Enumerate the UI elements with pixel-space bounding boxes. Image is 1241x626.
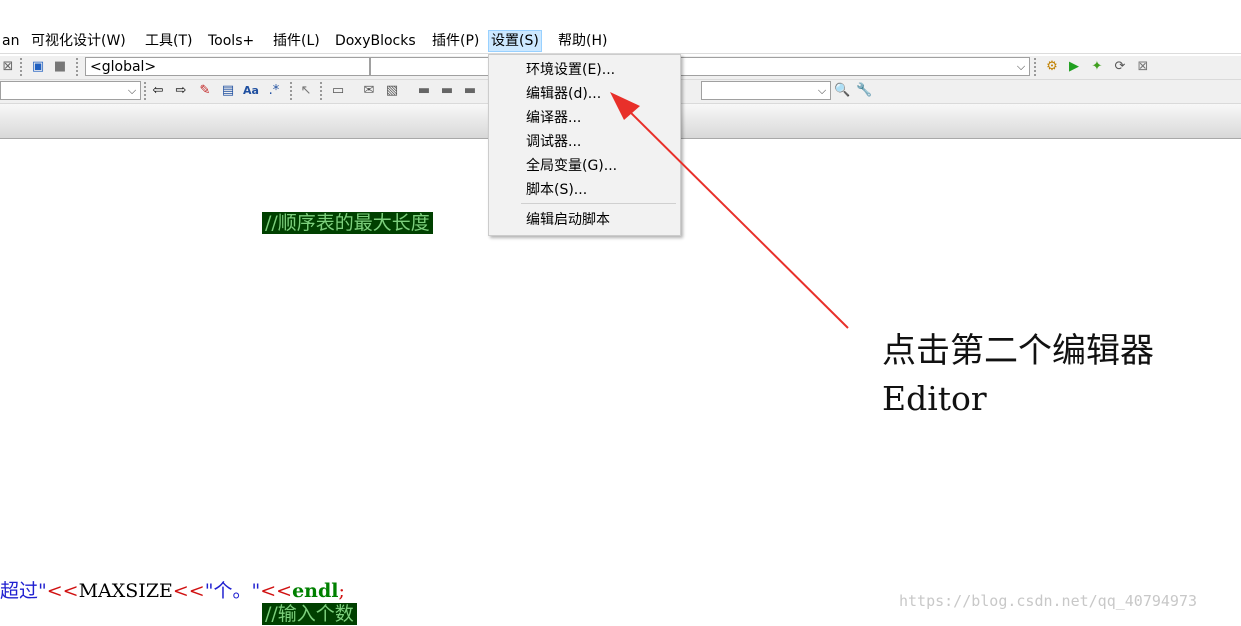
code-comment-input: //输入个数 <box>262 599 357 626</box>
menu-compiler-settings[interactable]: 编译器... <box>489 106 680 130</box>
line-icon[interactable]: ▬ <box>416 83 432 99</box>
code-operator: << <box>46 580 79 602</box>
line3-icon[interactable]: ▬ <box>462 83 478 99</box>
menu-item-plugins-l[interactable]: 插件(L) <box>271 31 322 51</box>
forward-arrow-icon[interactable]: ⇨ <box>173 83 189 99</box>
wrench-icon[interactable]: 🔧 <box>856 83 872 99</box>
match-case-icon[interactable]: Aa <box>243 83 259 99</box>
menu-separator <box>521 203 676 204</box>
menu-item-help[interactable]: 帮助(H) <box>556 31 609 51</box>
build-gear-icon[interactable]: ⚙ <box>1044 59 1060 75</box>
annotation-label: 点击第二个编辑器 <box>882 331 1154 371</box>
menu-edit-startup-script[interactable]: 编辑启动脚本 <box>489 208 680 232</box>
comment-text: //顺序表的最大长度 <box>262 212 433 234</box>
scope-combo[interactable]: <global> <box>85 57 370 76</box>
menu-global-variables[interactable]: 全局变量(G)... <box>489 154 680 178</box>
comment-icon[interactable]: ■ <box>52 59 68 75</box>
highlight-icon[interactable]: ✎ <box>197 83 213 99</box>
toolbar-grip[interactable] <box>144 82 149 100</box>
scope-combo-value: <global> <box>90 59 157 75</box>
menu-item-visual-design[interactable]: 可视化设计(W) <box>29 31 128 51</box>
chevron-down-icon[interactable]: ⌵ <box>124 82 140 99</box>
block-icon[interactable]: ▭ <box>330 83 346 99</box>
code-string: "个。" <box>204 580 261 602</box>
menu-item-tools-plus[interactable]: Tools+ <box>206 31 256 51</box>
menu-environment-settings[interactable]: 环境设置(E)... <box>489 58 680 82</box>
settings-dropdown: 环境设置(E)... 编辑器(d)... 编译器... 调试器... 全局变量(… <box>488 54 681 236</box>
chevron-down-icon[interactable]: ⌵ <box>814 82 830 99</box>
comment-text: //输入个数 <box>262 603 357 625</box>
code-string-start: 超过" <box>0 580 47 602</box>
function-combo[interactable]: ⌵ <box>370 57 1030 76</box>
run-icon[interactable]: ▶ <box>1066 59 1082 75</box>
rebuild-icon[interactable]: ⟳ <box>1112 59 1128 75</box>
pointer-icon[interactable]: ↖ <box>298 83 314 99</box>
toolbar-grip[interactable] <box>1034 58 1039 76</box>
back-arrow-icon[interactable]: ⇦ <box>150 83 166 99</box>
select-icon[interactable]: ▤ <box>220 83 236 99</box>
menu-bar: an 可视化设计(W) 工具(T) Tools+ 插件(L) DoxyBlock… <box>0 28 1241 54</box>
menu-scripts[interactable]: 脚本(S)... <box>489 178 680 202</box>
search-icon[interactable]: 🔍 <box>834 83 850 99</box>
watermark-text: https://blog.csdn.net/qq_40794973 <box>899 592 1198 610</box>
doc-box-icon[interactable]: ▧ <box>384 83 400 99</box>
code-identifier: MAXSIZE <box>78 580 173 602</box>
menu-item-plugins-p[interactable]: 插件(P) <box>430 31 481 51</box>
menu-item-tools[interactable]: 工具(T) <box>143 31 194 51</box>
code-comment-maxsize: //顺序表的最大长度 <box>262 208 433 235</box>
menu-editor-settings[interactable]: 编辑器(d)... <box>489 82 680 106</box>
toolbar-grip[interactable] <box>320 82 325 100</box>
toolbar-grip[interactable] <box>20 58 25 76</box>
close-icon[interactable]: ⊠ <box>0 59 16 75</box>
chevron-down-icon[interactable]: ⌵ <box>1013 58 1029 75</box>
find-combo-left[interactable]: ⌵ <box>0 81 141 100</box>
menu-item-doxyblocks[interactable]: DoxyBlocks <box>333 31 418 51</box>
menu-debugger-settings[interactable]: 调试器... <box>489 130 680 154</box>
doc-icon[interactable]: ▣ <box>30 59 46 75</box>
regex-icon[interactable]: .* <box>266 83 282 99</box>
code-operator: << <box>172 580 205 602</box>
annotation-sublabel: Editor <box>882 379 987 418</box>
build-run-icon[interactable]: ✦ <box>1089 59 1105 75</box>
toolbar-grip[interactable] <box>76 58 81 76</box>
search-combo[interactable]: ⌵ <box>701 81 831 100</box>
line2-icon[interactable]: ▬ <box>439 83 455 99</box>
menu-item-plan[interactable]: an <box>0 31 21 51</box>
abort-icon[interactable]: ⊠ <box>1135 59 1151 75</box>
toolbar-grip[interactable] <box>290 82 295 100</box>
menu-item-settings[interactable]: 设置(S) <box>488 30 542 52</box>
mail-icon[interactable]: ✉ <box>361 83 377 99</box>
